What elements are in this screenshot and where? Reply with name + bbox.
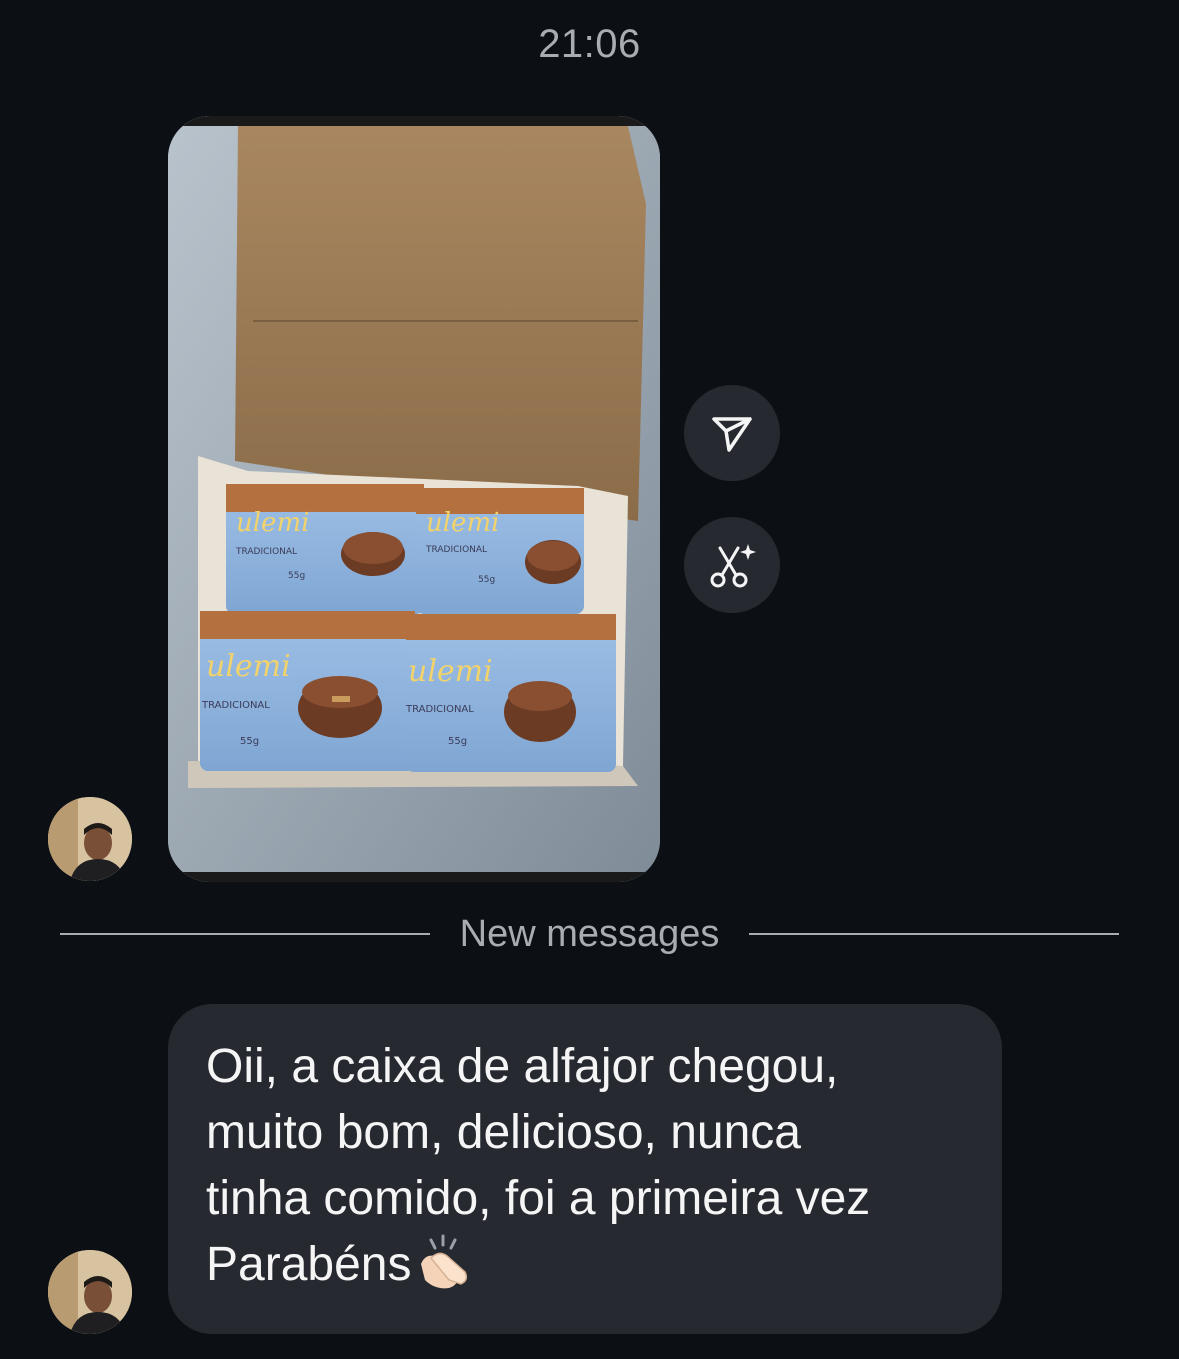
pack-brand-3: ulemi (206, 649, 291, 684)
pack-flavor-1: TRADICIONAL (235, 547, 297, 557)
avatar-photo (48, 1250, 132, 1334)
avatar-photo (48, 797, 132, 881)
pack-flavor-2: TRADICIONAL (425, 545, 487, 555)
pack-flavor-3: TRADICIONAL (201, 700, 270, 711)
sender-avatar[interactable] (48, 1250, 132, 1334)
photo-message[interactable]: ulemi TRADICIONAL 55g ulemi TRADICIONAL … (168, 116, 660, 882)
divider-line-right (749, 933, 1120, 935)
pack-brand-1: ulemi (236, 508, 309, 538)
pack-weight-1: 55g (288, 571, 305, 581)
share-button[interactable] (684, 385, 780, 481)
pack-weight-4: 55g (448, 736, 467, 747)
new-messages-label: New messages (459, 912, 720, 955)
message-timestamp: 21:06 (538, 22, 641, 66)
pack-weight-2: 55g (478, 575, 495, 585)
pack-brand-4: ulemi (408, 654, 493, 689)
remix-scissors-icon (710, 544, 756, 588)
sender-avatar[interactable] (48, 797, 132, 881)
text-message-bubble[interactable]: Oii, a caixa de alfajor chegou, muito bo… (168, 1004, 1002, 1334)
alfajor-box-photo: ulemi TRADICIONAL 55g ulemi TRADICIONAL … (168, 116, 660, 882)
new-messages-divider: New messages (60, 908, 1120, 960)
message-text: Oii, a caixa de alfajor chegou, muito bo… (206, 1040, 871, 1291)
pack-weight-3: 55g (240, 736, 259, 747)
pack-brand-2: ulemi (426, 508, 499, 538)
send-icon (712, 417, 752, 452)
divider-line-left (60, 933, 430, 935)
remix-button[interactable] (684, 517, 780, 613)
pack-flavor-4: TRADICIONAL (405, 704, 474, 715)
clapping-hands-icon (411, 1234, 475, 1290)
